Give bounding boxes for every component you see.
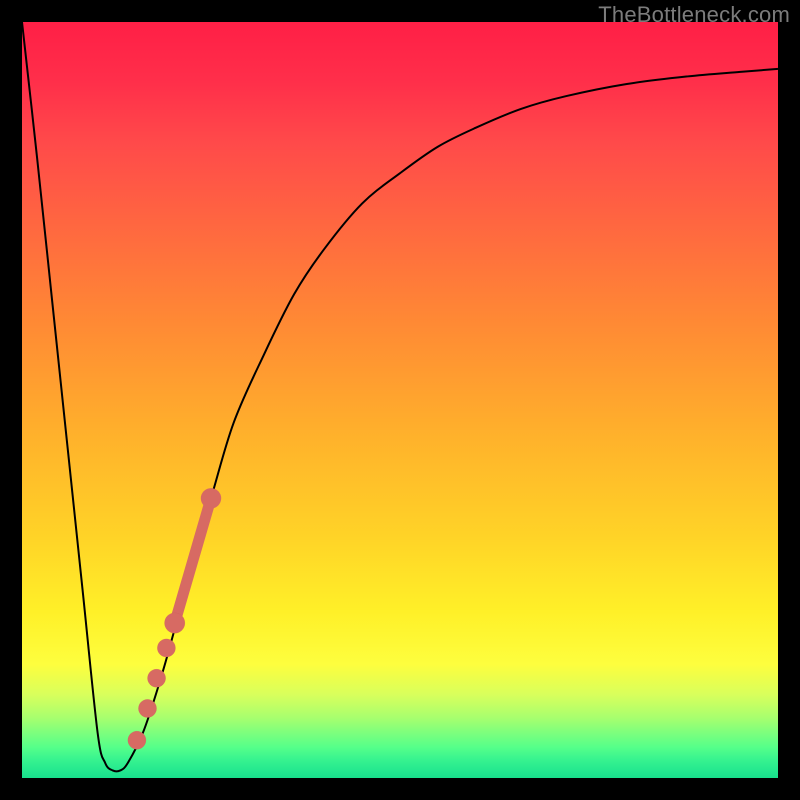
marker-2 <box>147 669 165 687</box>
marker-1 <box>138 699 156 717</box>
chart-frame: TheBottleneck.com <box>0 0 800 800</box>
plot-area <box>22 22 778 778</box>
watermark-text: TheBottleneck.com <box>598 2 790 28</box>
marker-0 <box>128 731 146 749</box>
segment-end <box>201 488 221 508</box>
chart-svg <box>22 22 778 778</box>
marker-3 <box>157 639 175 657</box>
segment-start <box>165 613 185 633</box>
bottleneck-curve <box>22 22 778 771</box>
marker-thick-segment <box>175 498 211 623</box>
